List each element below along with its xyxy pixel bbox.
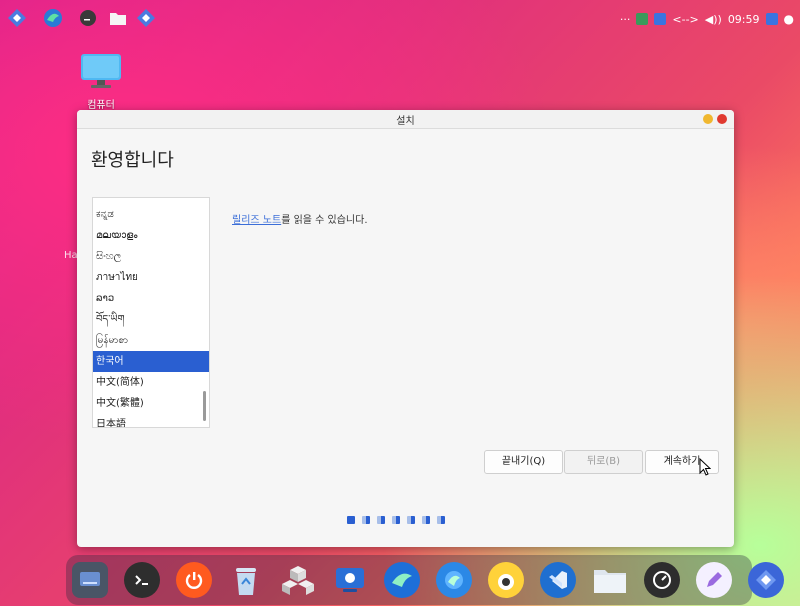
step-indicator (347, 516, 445, 524)
installer-icon[interactable] (748, 562, 784, 598)
language-list-scrollbar[interactable] (203, 391, 206, 421)
language-item[interactable]: 日本語 (93, 414, 209, 427)
step-dot (362, 516, 370, 524)
top-panel: ··· <--> ◀)) 09:59 ● (0, 0, 800, 36)
step-dot (437, 516, 445, 524)
terminal-icon[interactable] (124, 562, 160, 598)
music-player-icon[interactable] (488, 562, 524, 598)
show-desktop-icon[interactable] (765, 13, 778, 25)
release-notes-link[interactable]: 릴리즈 노트 (232, 215, 281, 226)
display-icon[interactable] (72, 562, 108, 598)
volume-icon[interactable]: ◀)) (705, 13, 722, 26)
language-item[interactable]: ಕನ್ನಡ (93, 204, 209, 225)
language-item[interactable]: 中文(繁體) (93, 393, 209, 414)
pen-icon[interactable] (696, 562, 732, 598)
title-bar[interactable]: 설치 (77, 110, 734, 129)
language-item[interactable]: བོད་ཡིག (93, 309, 209, 330)
release-notes-text: 릴리즈 노트를 읽을 수 있습니다. (232, 211, 368, 226)
step-dot (407, 516, 415, 524)
computer-icon (81, 54, 121, 88)
power-icon[interactable] (176, 562, 212, 598)
bird-icon[interactable] (42, 7, 64, 29)
monitor-icon[interactable] (644, 562, 680, 598)
language-list[interactable]: ಕನ್ನಡ മലയാളം සිංහල ภาษาไทย ລາວ བོད་ཡིག မြန်မာစ… (92, 197, 210, 428)
trash-icon[interactable] (228, 562, 264, 598)
step-dot (392, 516, 400, 524)
language-item[interactable]: മലയാളം (93, 225, 209, 246)
installer-window: 설치 환영합니다 ಕನ್ನಡ മലയാളം සිංහල ภาษาไทย ລາວ བོད་ཡ… (77, 110, 734, 547)
tray-app-icon[interactable] (636, 13, 649, 25)
close-button[interactable] (717, 114, 727, 124)
network-icon[interactable]: <--> (672, 13, 698, 26)
step-dot (422, 516, 430, 524)
folder-icon[interactable] (592, 562, 628, 598)
back-button[interactable]: 뒤로(B) (564, 450, 643, 474)
installer-icon[interactable] (135, 7, 157, 29)
quit-button[interactable]: 끝내기(Q) (484, 450, 563, 474)
language-item[interactable]: ภาษาไทย (93, 267, 209, 288)
installer-icon[interactable] (6, 7, 28, 29)
language-item[interactable]: සිංහල (93, 246, 209, 267)
tray-bird-icon[interactable] (654, 13, 667, 25)
desktop-partial-text: Ha (64, 250, 78, 261)
cubes-icon[interactable] (280, 562, 316, 598)
release-notes-suffix: 를 읽을 수 있습니다. (281, 215, 368, 226)
user-icon[interactable]: ● (784, 12, 794, 26)
window-title: 설치 (396, 116, 415, 127)
minimize-button[interactable] (703, 114, 713, 124)
language-item[interactable]: 中文(简体) (93, 372, 209, 393)
desktop-computer-shortcut[interactable]: 컴퓨터 (76, 52, 126, 111)
system-tray: ··· <--> ◀)) 09:59 ● (620, 10, 794, 28)
language-item[interactable]: ລາວ (93, 288, 209, 309)
language-item[interactable]: 한국어 (93, 351, 209, 372)
screen-recorder-icon[interactable] (332, 562, 368, 598)
dock (66, 555, 784, 605)
vscode-icon[interactable] (540, 562, 576, 598)
clock[interactable]: 09:59 (728, 13, 760, 26)
desktop-icon-label: 컴퓨터 (87, 100, 115, 111)
more-dots[interactable]: ··· (620, 13, 631, 26)
folder-icon[interactable] (107, 7, 129, 29)
page-title: 환영합니다 (91, 150, 174, 171)
bird-icon[interactable] (384, 562, 420, 598)
terminal-icon[interactable] (77, 7, 99, 29)
mouse-cursor-icon (699, 458, 711, 476)
blue-bird-icon[interactable] (436, 562, 472, 598)
step-dot (377, 516, 385, 524)
language-item[interactable]: မြန်မာစာ (93, 330, 209, 351)
step-dot (347, 516, 355, 524)
